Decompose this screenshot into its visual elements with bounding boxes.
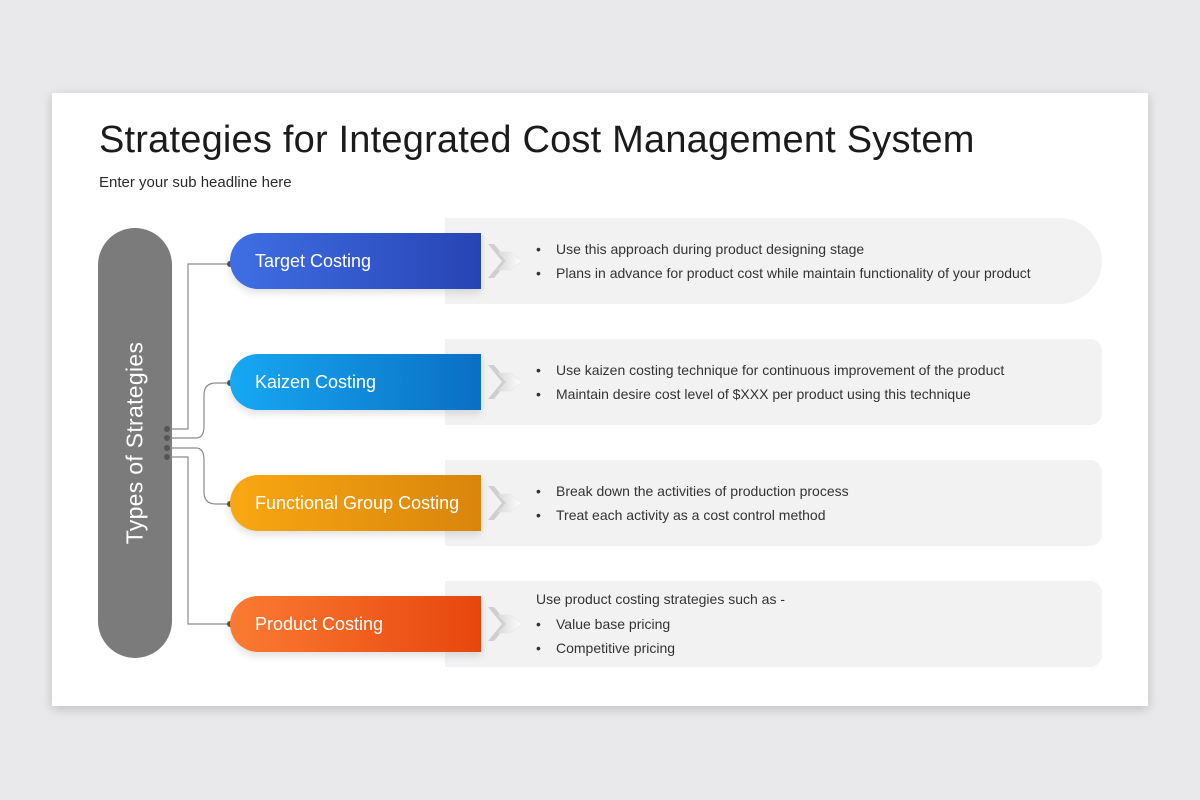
bullet-text: Use product costing strategies such as - — [536, 591, 786, 608]
bullet-icon: • — [536, 386, 541, 402]
chevron-arrow-icon — [488, 244, 523, 278]
slide-title: Strategies for Integrated Cost Managemen… — [99, 119, 975, 161]
bullet-icon: • — [536, 265, 541, 281]
bullet-text: Competitive pricing — [556, 640, 676, 657]
strategy-bullet-list: • Use kaizen costing technique for contin… — [536, 339, 1004, 425]
strategy-row-4: Product Costing Use product costing stra… — [52, 581, 1148, 669]
strategy-bullet-item: • Break down the activities of production… — [536, 479, 849, 504]
bullet-icon: • — [536, 615, 541, 632]
bullet-text: Use kaizen costing technique for continu… — [556, 361, 1005, 378]
strategy-bullet-item: • Competitive pricing — [536, 636, 785, 661]
strategy-bullet-item: • Value base pricing — [536, 612, 785, 637]
strategy-bullet-list: • Use this approach during product design… — [536, 218, 1031, 304]
bullet-text: Maintain desire cost level of $XXX per p… — [556, 386, 971, 402]
slide: Strategies for Integrated Cost Managemen… — [52, 93, 1148, 706]
strategy-bullet-item: • Use this approach during product design… — [536, 237, 1031, 262]
chevron-arrow-icon — [488, 607, 523, 641]
bullet-icon: • — [536, 640, 541, 657]
strategy-name-pill-1: Target Costing — [230, 233, 481, 289]
bullet-icon: • — [536, 482, 541, 499]
bullet-icon: • — [536, 361, 541, 378]
strategy-bullet-item: • Maintain desire cost level of $XXX per … — [536, 382, 1004, 407]
strategy-bullet-item: • Plans in advance for product cost while… — [536, 261, 1031, 286]
strategy-name-pill-4: Product Costing — [230, 596, 481, 652]
slide-subtitle: Enter your sub headline here — [99, 174, 292, 191]
strategy-bullet-item: Use product costing strategies such as - — [536, 587, 785, 612]
bullet-text: Value base pricing — [556, 615, 671, 632]
chevron-arrow-icon — [488, 365, 523, 399]
strategy-bullet-item: • Treat each activity as a cost control m… — [536, 503, 849, 528]
strategy-name-pill-2: Kaizen Costing — [230, 354, 481, 410]
bullet-text: Plans in advance for product cost while … — [556, 265, 1031, 281]
bullet-text: Use this approach during product designi… — [556, 240, 865, 257]
strategy-row-2: Kaizen Costing • Use kaizen costing techn… — [52, 339, 1148, 427]
strategy-bullet-item: • Use kaizen costing technique for contin… — [536, 358, 1004, 383]
bullet-icon: • — [536, 507, 541, 523]
bullet-text: Break down the activities of production … — [556, 482, 849, 499]
chevron-arrow-icon — [488, 486, 523, 520]
strategy-row-1: Target Costing • Use this approach during… — [52, 218, 1148, 306]
bullet-text: Treat each activity as a cost control me… — [556, 507, 826, 523]
strategy-bullet-list: Use product costing strategies such as -… — [536, 581, 785, 667]
strategy-bullet-list: • Break down the activities of production… — [536, 460, 849, 546]
strategy-row-3: Functional Group Costing • Break down the… — [52, 460, 1148, 548]
bullet-icon: • — [536, 240, 541, 257]
strategy-name-pill-3: Functional Group Costing — [230, 475, 481, 531]
